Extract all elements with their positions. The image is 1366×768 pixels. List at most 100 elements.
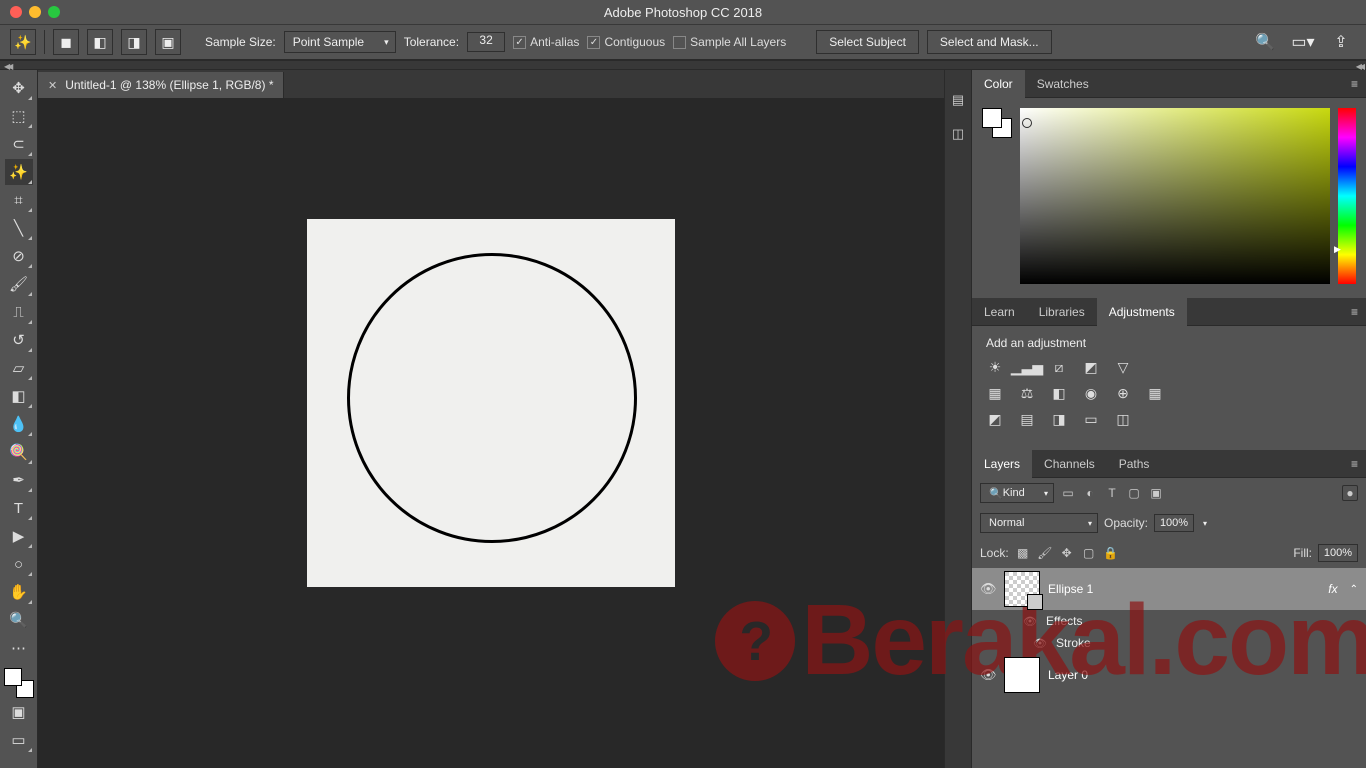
marquee-tool[interactable]: ⬚ — [5, 103, 33, 129]
layer-thumbnail[interactable] — [1004, 657, 1040, 693]
close-window[interactable] — [10, 6, 22, 18]
filter-adjustment-icon[interactable]: ◐ — [1082, 485, 1098, 501]
layers-panel-menu-icon[interactable]: ≡ — [1351, 457, 1358, 471]
hue-sat-icon[interactable]: ▦ — [986, 384, 1004, 402]
select-and-mask-button[interactable]: Select and Mask... — [927, 30, 1052, 54]
select-subject-button[interactable]: Select Subject — [816, 30, 919, 54]
layer-thumbnail[interactable] — [1004, 571, 1040, 607]
eyedropper-tool[interactable]: ╲ — [5, 215, 33, 241]
doc-tab[interactable]: ✕ Untitled-1 @ 138% (Ellipse 1, RGB/8) * — [38, 72, 284, 98]
fill-input[interactable]: 100%▾ — [1318, 544, 1358, 562]
levels-icon[interactable]: ▁▃▅ — [1018, 358, 1036, 376]
healing-brush-tool[interactable]: ⊘ — [5, 243, 33, 269]
edit-toolbar[interactable]: ⋯ — [5, 635, 33, 661]
lock-artboard-icon[interactable]: ▢ — [1081, 545, 1097, 561]
eraser-tool[interactable]: ▱ — [5, 355, 33, 381]
quick-mask-icon[interactable]: ▣ — [5, 699, 33, 725]
magic-wand-tool[interactable]: ✨ — [5, 159, 33, 185]
history-dock-icon[interactable]: ▤ — [948, 90, 968, 110]
filter-image-icon[interactable]: ▭ — [1060, 485, 1076, 501]
tab-channels[interactable]: Channels — [1032, 450, 1107, 478]
zoom-tool[interactable]: 🔍 — [5, 607, 33, 633]
photo-filter-icon[interactable]: ◉ — [1082, 384, 1100, 402]
maximize-window[interactable] — [48, 6, 60, 18]
curves-icon[interactable]: ⧄ — [1050, 358, 1068, 376]
add-adjustment-label: Add an adjustment — [986, 336, 1352, 350]
blend-mode-select[interactable]: Normal — [980, 513, 1098, 533]
tab-color[interactable]: Color — [972, 70, 1025, 98]
adjustments-panel-menu-icon[interactable]: ≡ — [1351, 305, 1358, 319]
filter-smart-icon[interactable]: ▣ — [1148, 485, 1164, 501]
color-swatch[interactable] — [4, 668, 34, 698]
bw-icon[interactable]: ◧ — [1050, 384, 1068, 402]
shape-tool[interactable]: ○ — [5, 551, 33, 577]
tab-learn[interactable]: Learn — [972, 298, 1027, 326]
posterize-icon[interactable]: ▤ — [1018, 410, 1036, 428]
lock-all-icon[interactable]: 🔒 — [1103, 545, 1119, 561]
color-panel-menu-icon[interactable]: ≡ — [1351, 77, 1358, 91]
filter-shape-icon[interactable]: ▢ — [1126, 485, 1142, 501]
antialias-checkbox[interactable]: Anti-alias — [513, 35, 579, 49]
channel-mixer-icon[interactable]: ⊕ — [1114, 384, 1132, 402]
gradient-tool[interactable]: ◧ — [5, 383, 33, 409]
lasso-tool[interactable]: ⊂ — [5, 131, 33, 157]
path-select-tool[interactable]: ▶ — [5, 523, 33, 549]
close-tab-icon[interactable]: ✕ — [48, 79, 57, 92]
minimize-window[interactable] — [29, 6, 41, 18]
filter-toggle-icon[interactable]: ● — [1342, 485, 1358, 501]
magic-wand-icon[interactable]: ✨ — [10, 29, 36, 55]
sample-size-label: Sample Size: — [205, 35, 276, 49]
workspace-icon[interactable]: ▭▾ — [1294, 33, 1312, 51]
move-tool[interactable]: ✥ — [5, 75, 33, 101]
dodge-tool[interactable]: 🍭 — [5, 439, 33, 465]
type-tool[interactable]: T — [5, 495, 33, 521]
search-icon[interactable]: 🔍 — [1256, 33, 1274, 51]
contiguous-checkbox[interactable]: Contiguous — [587, 35, 665, 49]
color-field[interactable] — [1020, 108, 1330, 284]
brightness-icon[interactable]: ☀ — [986, 358, 1004, 376]
gradient-map-icon[interactable]: ▭ — [1082, 410, 1100, 428]
new-selection-icon[interactable]: ◼ — [53, 29, 79, 55]
pen-tool[interactable]: ✒ — [5, 467, 33, 493]
lock-image-icon[interactable]: 🖌 — [1037, 545, 1053, 561]
color-balance-icon[interactable]: ⚖ — [1018, 384, 1036, 402]
color-lookup-icon[interactable]: ▦ — [1146, 384, 1164, 402]
subtract-selection-icon[interactable]: ◨ — [121, 29, 147, 55]
tab-paths[interactable]: Paths — [1107, 450, 1162, 478]
hand-tool[interactable]: ✋ — [5, 579, 33, 605]
add-selection-icon[interactable]: ◧ — [87, 29, 113, 55]
history-brush-tool[interactable]: ↺ — [5, 327, 33, 353]
tab-libraries[interactable]: Libraries — [1027, 298, 1097, 326]
lock-position-icon[interactable]: ✥ — [1059, 545, 1075, 561]
tab-swatches[interactable]: Swatches — [1025, 70, 1101, 98]
foreground-color[interactable] — [4, 668, 22, 686]
hue-slider[interactable]: ▶ — [1338, 108, 1356, 284]
crop-tool[interactable]: ⌗ — [5, 187, 33, 213]
opacity-label: Opacity: — [1104, 516, 1148, 530]
share-icon[interactable]: ⇪ — [1332, 33, 1350, 51]
clone-stamp-tool[interactable]: ⎍ — [5, 299, 33, 325]
doc-tab-bar: ✕ Untitled-1 @ 138% (Ellipse 1, RGB/8) * — [38, 70, 944, 98]
exposure-icon[interactable]: ◩ — [1082, 358, 1100, 376]
brush-tool[interactable]: 🖌 — [5, 271, 33, 297]
invert-icon[interactable]: ◩ — [986, 410, 1004, 428]
sample-size-select[interactable]: Point Sample — [284, 31, 396, 53]
tab-layers[interactable]: Layers — [972, 450, 1032, 478]
blur-tool[interactable]: 💧 — [5, 411, 33, 437]
tolerance-input[interactable]: 32 — [467, 32, 505, 52]
opacity-input[interactable]: 100%▾ — [1154, 514, 1194, 532]
vibrance-icon[interactable]: ▽ — [1114, 358, 1132, 376]
intersect-selection-icon[interactable]: ▣ — [155, 29, 181, 55]
filter-type-icon[interactable]: T — [1104, 485, 1120, 501]
selective-color-icon[interactable]: ◫ — [1114, 410, 1132, 428]
collapse-strip-left[interactable]: ◀◀◀◀ — [0, 60, 1366, 70]
layer-filter-kind[interactable]: 🔍 Kind — [980, 483, 1054, 503]
tab-adjustments[interactable]: Adjustments — [1097, 298, 1187, 326]
lock-transparency-icon[interactable]: ▩ — [1015, 545, 1031, 561]
properties-dock-icon[interactable]: ◫ — [948, 124, 968, 144]
threshold-icon[interactable]: ◨ — [1050, 410, 1068, 428]
canvas[interactable]: ?Berakal.com — [38, 98, 944, 768]
color-panel-swatch[interactable] — [982, 108, 1012, 138]
sample-all-checkbox[interactable]: Sample All Layers — [673, 35, 786, 49]
screen-mode-icon[interactable]: ▭ — [5, 727, 33, 753]
